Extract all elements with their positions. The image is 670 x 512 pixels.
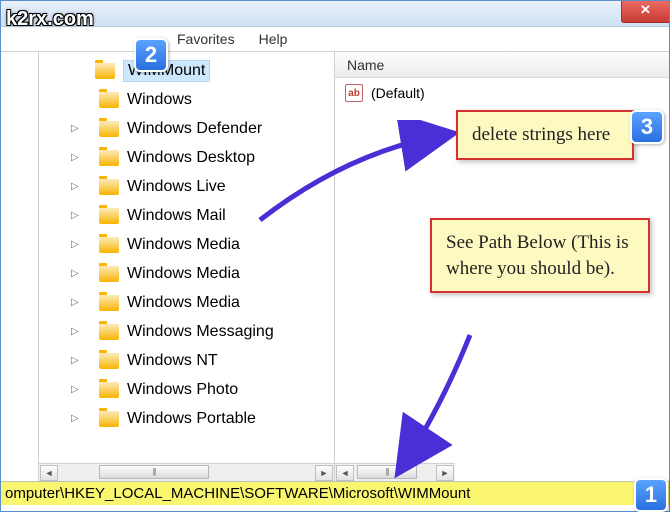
tree-item[interactable]: WIMMount (39, 56, 334, 85)
tree-item[interactable]: ▷ Windows Desktop (39, 143, 334, 172)
expander-icon[interactable]: ▷ (71, 210, 83, 222)
tree-item-label: Windows Media (127, 236, 240, 254)
tree-item-label: Windows Desktop (127, 149, 255, 167)
callout-see-path: See Path Below (This is where you should… (430, 218, 650, 293)
tree-item-label: Windows NT (127, 352, 218, 370)
tree-item-label: Windows Photo (127, 381, 238, 399)
tree-item-label: Windows Media (127, 294, 240, 312)
column-name-label: Name (347, 57, 384, 73)
scroll-thumb[interactable]: ||| (99, 465, 209, 479)
values-scroll-left[interactable]: ◄ (336, 465, 354, 481)
tree-list[interactable]: WIMMount Windows ▷ Windows Defender ▷ Windows… (39, 52, 334, 437)
expander-icon[interactable]: ▷ (71, 268, 83, 280)
titlebar: ✕ (1, 1, 669, 27)
step-badge-1: 1 (634, 478, 668, 512)
tree-item[interactable]: ▷ Windows Media (39, 230, 334, 259)
statusbar-path: omputer\HKEY_LOCAL_MACHINE\SOFTWARE\Micr… (1, 481, 669, 505)
folder-icon (99, 411, 119, 427)
folder-icon (99, 353, 119, 369)
folder-icon (99, 150, 119, 166)
tree-item[interactable]: ▷ Windows Media (39, 288, 334, 317)
tree-item[interactable]: ▷ Windows Defender (39, 114, 334, 143)
tree-panel: WIMMount Windows ▷ Windows Defender ▷ Windows… (39, 52, 335, 481)
callout-delete-strings: delete strings here (456, 110, 634, 160)
folder-icon (99, 295, 119, 311)
statusbar-text: omputer\HKEY_LOCAL_MACHINE\SOFTWARE\Micr… (5, 485, 470, 502)
folder-icon (99, 121, 119, 137)
tree-item[interactable]: ▷ Windows NT (39, 346, 334, 375)
expander-icon[interactable]: ▷ (71, 123, 83, 135)
values-scroll-track[interactable]: ||| (355, 465, 435, 481)
expander-icon[interactable]: ▷ (71, 152, 83, 164)
string-value-icon: ab (345, 84, 363, 102)
expander-icon[interactable]: ▷ (71, 355, 83, 367)
step-badge-2: 2 (134, 38, 168, 72)
folder-icon (99, 382, 119, 398)
tree-item[interactable]: Windows (39, 85, 334, 114)
tree-item-label: Windows (127, 91, 192, 109)
values-scroll-thumb[interactable]: ||| (357, 465, 417, 479)
expander-icon[interactable]: ▷ (71, 384, 83, 396)
tree-item-label: Windows Mail (127, 207, 226, 225)
values-list[interactable]: ab (Default) (335, 78, 669, 108)
close-button[interactable]: ✕ (621, 1, 669, 23)
tree-item-label: Windows Portable (127, 410, 256, 428)
folder-icon (99, 324, 119, 340)
thumb-grip-icon: ||| (152, 467, 155, 476)
tree-item[interactable]: ▷ Windows Media (39, 259, 334, 288)
scroll-left-button[interactable]: ◄ (40, 465, 58, 481)
menu-help[interactable]: Help (259, 31, 288, 47)
tree-item[interactable]: ▷ Windows Messaging (39, 317, 334, 346)
step-badge-3: 3 (630, 110, 664, 144)
folder-icon (95, 63, 115, 79)
values-hscroll[interactable]: ◄ ||| ► (335, 463, 455, 481)
menu-favorites[interactable]: Favorites (177, 31, 235, 47)
folder-icon (99, 92, 119, 108)
watermark: k2rx.com (6, 8, 94, 31)
values-column-header[interactable]: Name (335, 52, 669, 78)
scroll-right-button[interactable]: ► (315, 465, 333, 481)
folder-icon (99, 237, 119, 253)
value-name: (Default) (371, 85, 425, 101)
tree-item[interactable]: ▷ Windows Portable (39, 404, 334, 433)
expander-icon[interactable]: ▷ (71, 239, 83, 251)
values-scroll-right[interactable]: ► (436, 465, 454, 481)
menubar: Favorites Help (1, 27, 669, 51)
tree-item[interactable]: ▷ Windows Mail (39, 201, 334, 230)
folder-icon (99, 266, 119, 282)
tree-item-label: Windows Messaging (127, 323, 274, 341)
value-row[interactable]: ab (Default) (335, 78, 669, 108)
folder-icon (99, 179, 119, 195)
tree-hscroll[interactable]: ◄ ||| ► (39, 463, 334, 481)
tree-item-label: Windows Live (127, 178, 226, 196)
tree-item-label: Windows Defender (127, 120, 262, 138)
left-gutter (1, 52, 39, 481)
expander-icon[interactable]: ▷ (71, 181, 83, 193)
expander-icon[interactable]: ▷ (71, 413, 83, 425)
thumb-grip-icon: ||| (385, 467, 388, 476)
expander-icon[interactable]: ▷ (71, 326, 83, 338)
scroll-track[interactable]: ||| (59, 465, 314, 481)
tree-item[interactable]: ▷ Windows Live (39, 172, 334, 201)
expander-icon[interactable]: ▷ (71, 297, 83, 309)
tree-item[interactable]: ▷ Windows Photo (39, 375, 334, 404)
folder-icon (99, 208, 119, 224)
tree-item-label: Windows Media (127, 265, 240, 283)
